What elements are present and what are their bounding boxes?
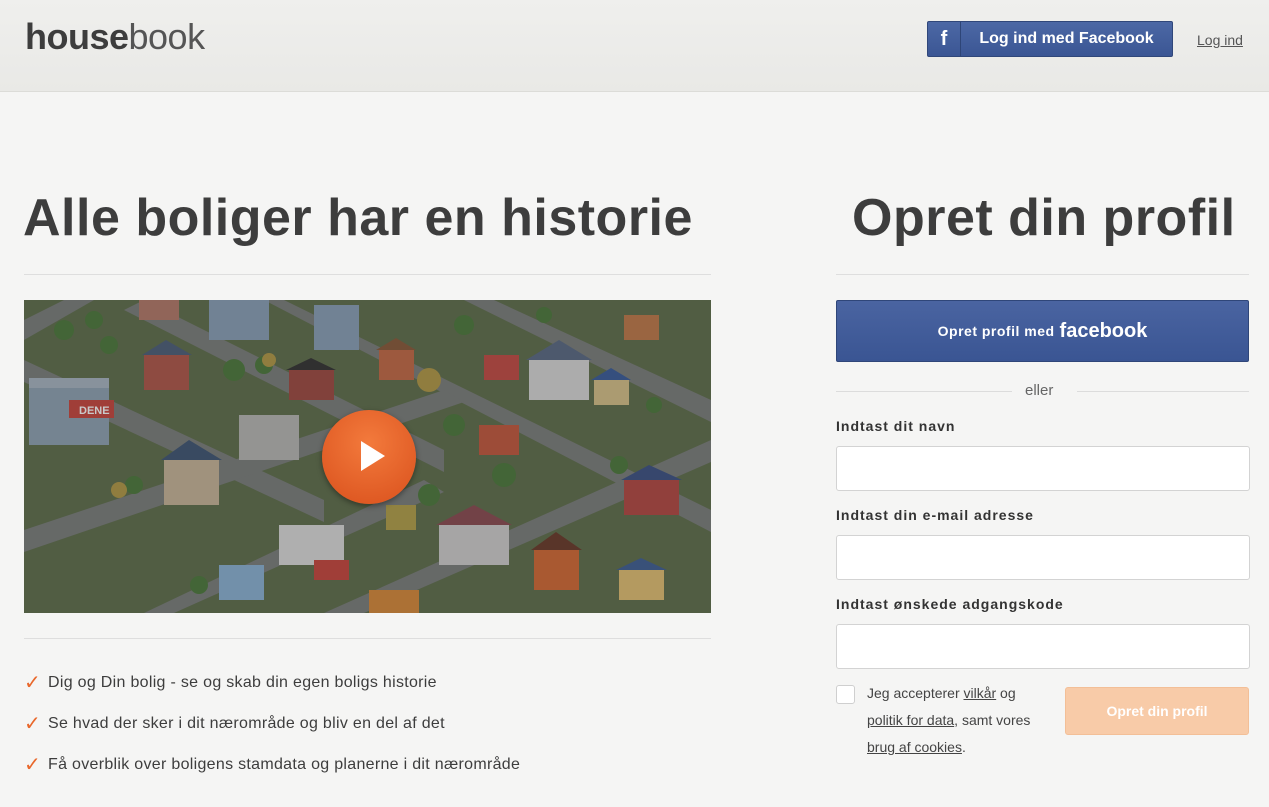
or-divider-left	[836, 391, 1012, 392]
checkmark-icon: ✓	[24, 754, 42, 776]
logo-bold-text: house	[25, 16, 129, 57]
feature-item: ✓ Få overblik over boligens stamdata og …	[24, 744, 520, 785]
feature-list: ✓ Dig og Din bolig - se og skab din egen…	[24, 662, 520, 785]
login-link[interactable]: Log ind	[1197, 32, 1243, 48]
email-label: Indtast din e-mail adresse	[836, 507, 1034, 523]
divider	[836, 274, 1249, 275]
terms-text: Jeg accepterer vilkår og politik for dat…	[867, 680, 1057, 761]
terms-checkbox[interactable]	[836, 685, 855, 704]
privacy-link[interactable]: politik for data	[867, 712, 954, 728]
name-label: Indtast dit navn	[836, 418, 956, 434]
terms-mid2: , samt vores	[954, 712, 1031, 728]
logo-light-text: book	[128, 16, 206, 57]
feature-item: ✓ Se hvad der sker i dit nærområde og bl…	[24, 703, 520, 744]
facebook-login-button[interactable]: f Log ind med Facebook	[927, 21, 1173, 57]
video-play-button[interactable]	[322, 410, 416, 504]
top-header: housebook f Log ind med Facebook Log ind	[0, 0, 1269, 92]
name-input[interactable]	[836, 446, 1250, 491]
terms-mid: og	[996, 685, 1016, 701]
terms-link[interactable]: vilkår	[964, 685, 997, 701]
email-input[interactable]	[836, 535, 1250, 580]
facebook-login-label: Log ind med Facebook	[979, 30, 1154, 47]
password-input[interactable]	[836, 624, 1250, 669]
cookies-link[interactable]: brug af cookies	[867, 739, 962, 755]
terms-end: .	[961, 739, 966, 755]
housebook-logo[interactable]: housebook	[25, 16, 205, 58]
terms-pre: Jeg accepterer	[867, 685, 964, 701]
facebook-signup-prefix: Opret profil med	[937, 323, 1055, 339]
signup-title: Opret din profil	[852, 189, 1236, 247]
or-text: eller	[1025, 382, 1054, 399]
feature-text: Få overblik over boligens stamdata og pl…	[48, 755, 521, 773]
feature-text: Dig og Din bolig - se og skab din egen b…	[48, 673, 437, 691]
play-icon	[361, 441, 385, 471]
checkmark-icon: ✓	[24, 713, 42, 735]
facebook-f-icon: f	[928, 22, 961, 56]
hero-title: Alle boliger har en historie	[23, 189, 693, 247]
divider	[24, 274, 711, 275]
or-divider-right	[1077, 391, 1249, 392]
divider	[24, 638, 711, 639]
checkmark-icon: ✓	[24, 672, 42, 694]
password-label: Indtast ønskede adgangskode	[836, 596, 1064, 612]
feature-text: Se hvad der sker i dit nærområde og bliv…	[48, 714, 445, 732]
facebook-signup-button[interactable]: Opret profil med facebook	[836, 300, 1249, 362]
feature-item: ✓ Dig og Din bolig - se og skab din egen…	[24, 662, 520, 703]
create-profile-button[interactable]: Opret din profil	[1065, 687, 1249, 735]
facebook-brand-text: facebook	[1059, 319, 1148, 342]
